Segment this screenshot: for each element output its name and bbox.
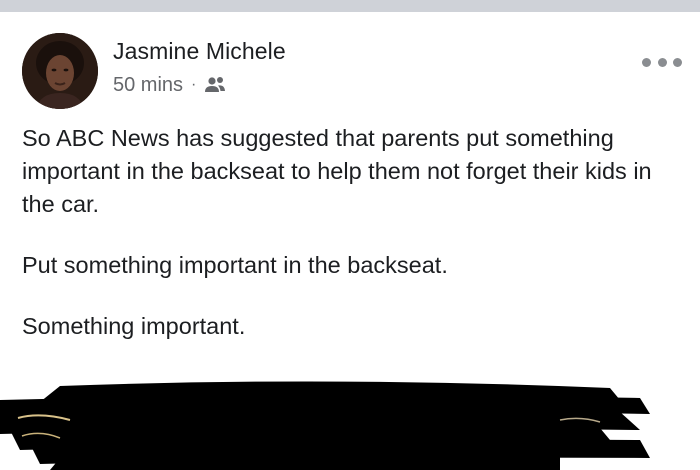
avatar-photo	[22, 33, 98, 109]
avatar[interactable]	[22, 33, 98, 109]
more-dot	[657, 57, 667, 67]
post-card: Jasmine Michele 50 mins · So ABC News ha…	[0, 12, 700, 470]
post-meta: 50 mins ·	[113, 72, 227, 98]
meta-separator: ·	[191, 76, 197, 93]
friends-icon[interactable]	[203, 75, 227, 95]
post-paragraph: Something important.	[22, 313, 246, 339]
post-body: So ABC News has suggested that parents p…	[22, 122, 682, 343]
top-divider	[0, 0, 700, 12]
more-options-icon[interactable]	[642, 52, 682, 72]
more-dot	[642, 57, 651, 67]
post-paragraph: So ABC News has suggested that parents p…	[22, 125, 652, 217]
more-dot	[673, 57, 682, 67]
redaction-scribble	[0, 381, 650, 470]
author-name[interactable]: Jasmine Michele	[113, 38, 286, 65]
post-timestamp[interactable]: 50 mins	[113, 74, 183, 97]
post-paragraph: Put something important in the backseat.	[22, 252, 448, 278]
